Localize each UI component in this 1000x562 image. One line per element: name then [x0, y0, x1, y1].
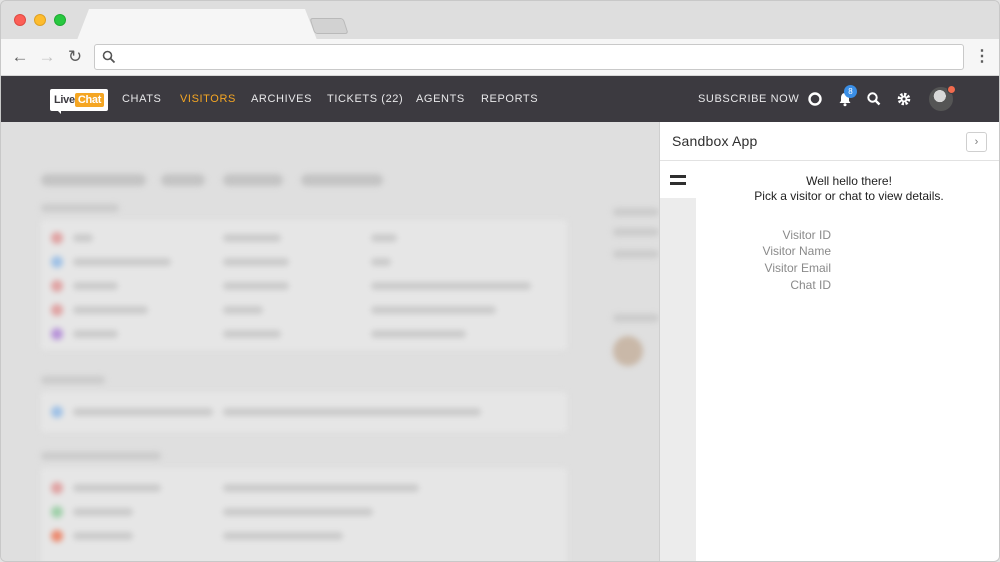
hamburger-icon[interactable]	[670, 175, 686, 185]
blurred-content	[1, 122, 659, 561]
status-dot	[947, 85, 956, 94]
nav-reports[interactable]: REPORTS	[481, 76, 538, 122]
app-header: Live Chat CHATS VISITORS ARCHIVES TICKETS…	[1, 76, 999, 122]
livechat-logo[interactable]: Live Chat	[50, 89, 109, 111]
greeting-title: Well hello there!	[806, 174, 892, 188]
panel-sidebar	[660, 162, 696, 561]
new-tab-button[interactable]	[309, 18, 349, 34]
search-icon[interactable]	[865, 90, 883, 108]
notification-badge: 8	[844, 85, 857, 98]
nav-agents[interactable]: AGENTS	[416, 76, 465, 122]
field-visitor-name: Visitor Name	[762, 244, 831, 258]
panel-title: Sandbox App	[672, 133, 758, 149]
nav-chats[interactable]: CHATS	[122, 76, 161, 122]
chevron-right-icon[interactable]: ›	[966, 132, 987, 152]
browser-toolbar: ← → ↻ ⋮	[1, 39, 999, 76]
logo-tail	[56, 109, 61, 114]
logo-prefix: Live	[54, 94, 75, 106]
reload-icon[interactable]: ↻	[65, 47, 85, 67]
back-arrow-icon[interactable]: ←	[10, 47, 30, 67]
field-visitor-email: Visitor Email	[764, 261, 831, 275]
help-icon[interactable]	[806, 90, 824, 108]
subscribe-now-link[interactable]: SUBSCRIBE NOW	[698, 76, 799, 122]
field-chat-id: Chat ID	[790, 278, 831, 292]
close-window-button[interactable]	[14, 14, 26, 26]
browser-window: ← → ↻ ⋮ Live Chat CHATS VISITORS ARCHIVES…	[0, 0, 1000, 562]
sandbox-app-panel: Sandbox App › Well hello there! Pick a v…	[659, 122, 999, 561]
gear-icon[interactable]	[895, 90, 913, 108]
maximize-window-button[interactable]	[54, 14, 66, 26]
minimize-window-button[interactable]	[34, 14, 46, 26]
nav-archives[interactable]: ARCHIVES	[251, 76, 312, 122]
nav-tickets[interactable]: TICKETS (22)	[327, 76, 403, 122]
greeting-subtitle: Pick a visitor or chat to view details.	[754, 189, 944, 203]
logo-suffix: Chat	[74, 93, 105, 107]
browser-menu-icon[interactable]: ⋮	[974, 47, 990, 67]
nav-visitors[interactable]: VISITORS	[180, 76, 236, 122]
tab-strip	[1, 1, 999, 40]
field-visitor-id: Visitor ID	[782, 228, 831, 242]
search-icon	[102, 50, 116, 64]
visitors-list-background	[1, 122, 659, 561]
forward-arrow-icon[interactable]: →	[37, 47, 57, 67]
browser-tab[interactable]	[77, 9, 317, 40]
address-bar[interactable]	[94, 44, 964, 70]
panel-header: Sandbox App ›	[660, 122, 999, 161]
